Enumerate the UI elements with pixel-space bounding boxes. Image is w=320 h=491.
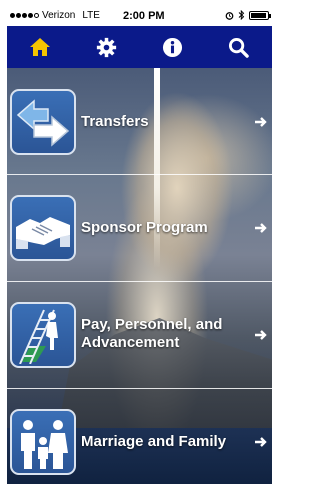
top-toolbar: [7, 26, 272, 68]
alarm-icon: [225, 11, 234, 20]
info-icon: [163, 37, 183, 57]
menu-item-tile: [10, 302, 76, 368]
app-screen: Verizon LTE 2:00 PM Transfers Sponsor Pr…: [7, 7, 272, 484]
battery-icon: [249, 10, 271, 20]
menu-item-tile: [10, 409, 76, 475]
bluetooth-icon: [238, 10, 245, 20]
arrow-right-icon: [255, 117, 267, 127]
carrier-name: Verizon: [42, 10, 76, 21]
menu-item-label: Sponsor Program: [81, 219, 208, 236]
menu-item-tile: [10, 89, 76, 155]
home-button[interactable]: [7, 26, 73, 68]
gear-icon: [96, 37, 116, 57]
status-right: [225, 10, 271, 20]
network-type: LTE: [82, 10, 100, 21]
search-button[interactable]: [206, 26, 272, 68]
menu-item-label: Transfers: [81, 113, 149, 130]
status-bar: Verizon LTE 2:00 PM: [7, 7, 272, 26]
search-icon: [229, 37, 250, 58]
menu-item-pay-personnel-advancement[interactable]: Pay, Personnel, and Advancement: [7, 282, 272, 389]
menu-item-label: Marriage and Family: [81, 433, 227, 450]
menu-item-transfers[interactable]: Transfers: [7, 68, 272, 175]
family-icon: [21, 420, 68, 469]
carrier-info: Verizon LTE: [10, 10, 100, 21]
signal-strength-icon: [10, 13, 39, 18]
menu-item-sponsor-program[interactable]: Sponsor Program: [7, 175, 272, 282]
arrow-right-icon: [255, 223, 267, 233]
settings-button[interactable]: [73, 26, 139, 68]
transfer-arrows-icon: [16, 99, 70, 147]
menu-item-label: Pay, Personnel, and Advancement: [81, 316, 223, 351]
handshake-icon: [16, 217, 70, 249]
status-time: 2:00 PM: [123, 10, 165, 22]
menu-list: Transfers Sponsor Program Pay, Personnel…: [7, 68, 272, 484]
home-icon: [30, 38, 51, 56]
menu-item-tile: [10, 195, 76, 261]
info-button[interactable]: [140, 26, 206, 68]
arrow-right-icon: [255, 330, 267, 340]
arrow-right-icon: [255, 437, 267, 447]
ladder-climber-icon: [19, 309, 58, 364]
menu-item-marriage-family[interactable]: Marriage and Family: [7, 389, 272, 484]
